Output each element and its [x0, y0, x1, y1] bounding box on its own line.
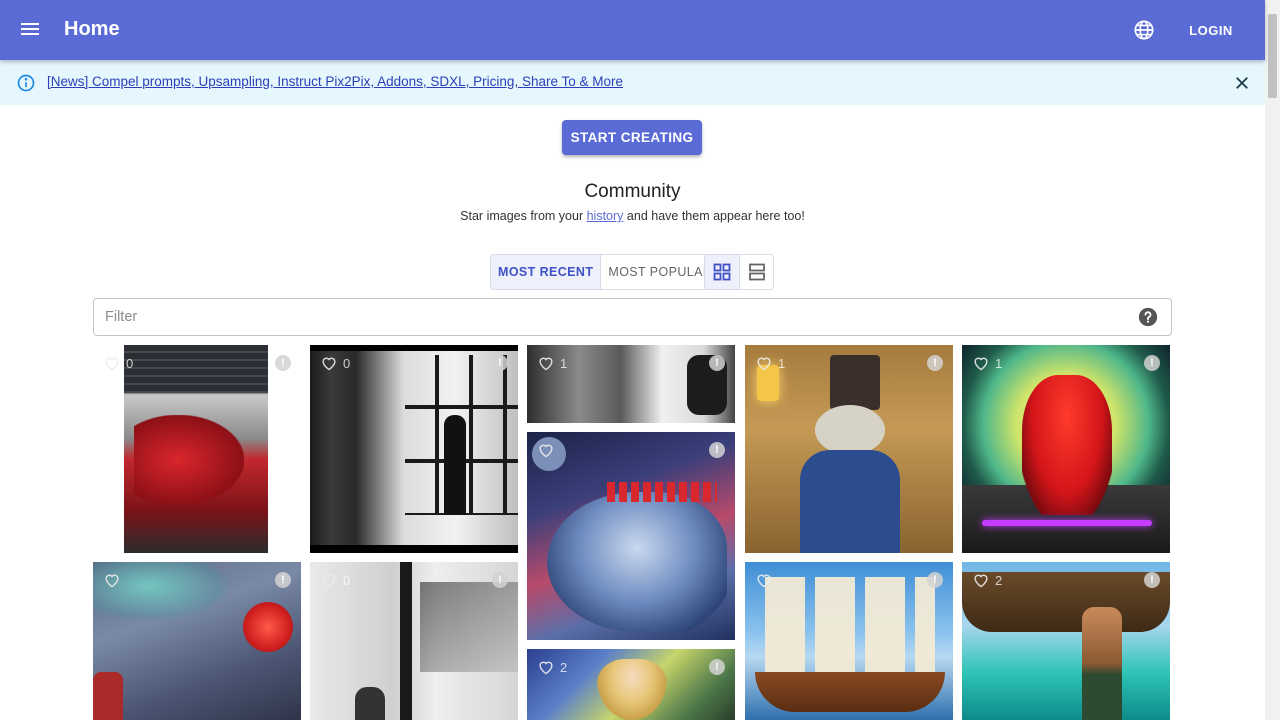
tile-image: [527, 432, 735, 640]
gallery-tile[interactable]: 2 !: [962, 562, 1170, 720]
community-subtitle: Star images from your history and have t…: [0, 209, 1265, 223]
report-icon[interactable]: !: [1144, 355, 1160, 371]
heart-icon[interactable]: [537, 442, 555, 458]
report-icon[interactable]: !: [492, 355, 508, 371]
gallery-tile[interactable]: !: [527, 432, 735, 640]
heart-icon[interactable]: [103, 355, 121, 371]
like-count: 1: [995, 356, 1003, 371]
tile-image: [310, 562, 518, 720]
gallery-tile[interactable]: 0 !: [310, 345, 518, 553]
subtitle-text-end: and have them appear here too!: [623, 209, 805, 223]
heart-icon[interactable]: [320, 355, 338, 371]
close-icon[interactable]: [1233, 74, 1251, 92]
gallery-tile[interactable]: !: [745, 562, 953, 720]
globe-icon[interactable]: [1133, 19, 1155, 41]
like-count: 1: [778, 356, 786, 371]
info-icon: [17, 74, 35, 92]
report-icon[interactable]: !: [1144, 572, 1160, 588]
heart-icon[interactable]: [972, 355, 990, 371]
sort-toggle-group: MOST RECENT MOST POPULAR: [490, 254, 721, 290]
heart-icon[interactable]: [537, 659, 555, 675]
tile-image: [962, 345, 1170, 553]
report-icon[interactable]: !: [275, 572, 291, 588]
gallery-tile[interactable]: 0 !: [310, 562, 518, 720]
heart-icon[interactable]: [755, 572, 773, 588]
like-count: 0: [343, 356, 351, 371]
report-icon[interactable]: !: [709, 442, 725, 458]
tile-image: [962, 562, 1170, 720]
like-count: 0: [126, 356, 134, 371]
login-button[interactable]: LOGIN: [1180, 14, 1242, 46]
list-view-button[interactable]: [739, 255, 773, 289]
history-link[interactable]: history: [587, 209, 624, 223]
menu-icon[interactable]: [20, 20, 40, 40]
gallery-tile[interactable]: 0 !: [93, 345, 301, 553]
report-icon[interactable]: !: [709, 659, 725, 675]
report-icon[interactable]: !: [927, 355, 943, 371]
report-icon[interactable]: !: [709, 355, 725, 371]
help-icon[interactable]: [1138, 307, 1158, 327]
heart-icon[interactable]: [755, 355, 773, 371]
app-bar: Home LOGIN: [0, 0, 1265, 60]
community-title: Community: [584, 181, 681, 202]
heart-icon[interactable]: [320, 572, 338, 588]
gallery-tile[interactable]: 1 !: [745, 345, 953, 553]
like-count: 0: [343, 573, 351, 588]
report-icon[interactable]: !: [492, 572, 508, 588]
gallery-tile[interactable]: 1 !: [962, 345, 1170, 553]
tile-image: [310, 345, 518, 553]
tile-image: [124, 345, 268, 553]
tile-image: [745, 562, 953, 720]
tab-most-popular[interactable]: MOST POPULAR: [600, 255, 719, 289]
gallery-tile[interactable]: 2 !: [527, 649, 735, 720]
report-icon[interactable]: !: [275, 355, 291, 371]
filter-input[interactable]: [105, 307, 1105, 327]
tile-image: [745, 345, 953, 553]
heart-icon[interactable]: [103, 572, 121, 588]
page-scrollbar[interactable]: [1265, 0, 1280, 720]
gallery-tile[interactable]: 1 !: [527, 345, 735, 423]
list-view-icon: [748, 263, 765, 281]
like-count: 1: [560, 356, 568, 371]
tab-most-recent[interactable]: MOST RECENT: [491, 255, 601, 289]
gallery-tile[interactable]: !: [93, 562, 301, 720]
report-icon[interactable]: !: [927, 572, 943, 588]
like-count: 2: [995, 573, 1003, 588]
news-banner: [News] Compel prompts, Upsampling, Instr…: [0, 60, 1265, 105]
like-count: 2: [560, 660, 568, 675]
view-toggle-group: [704, 254, 774, 290]
heart-icon[interactable]: [972, 572, 990, 588]
start-creating-button[interactable]: START CREATING: [562, 120, 702, 155]
scrollbar-thumb[interactable]: [1268, 14, 1277, 98]
page-title: Home: [64, 18, 120, 40]
tile-image: [93, 562, 301, 720]
subtitle-text-start: Star images from your: [460, 209, 587, 223]
tile-image: [527, 649, 735, 720]
tile-image: [527, 345, 735, 423]
news-link[interactable]: [News] Compel prompts, Upsampling, Instr…: [47, 74, 623, 89]
filter-field: [93, 298, 1172, 336]
heart-icon[interactable]: [537, 355, 555, 371]
grid-view-icon: [713, 263, 731, 281]
grid-view-button[interactable]: [705, 255, 739, 289]
